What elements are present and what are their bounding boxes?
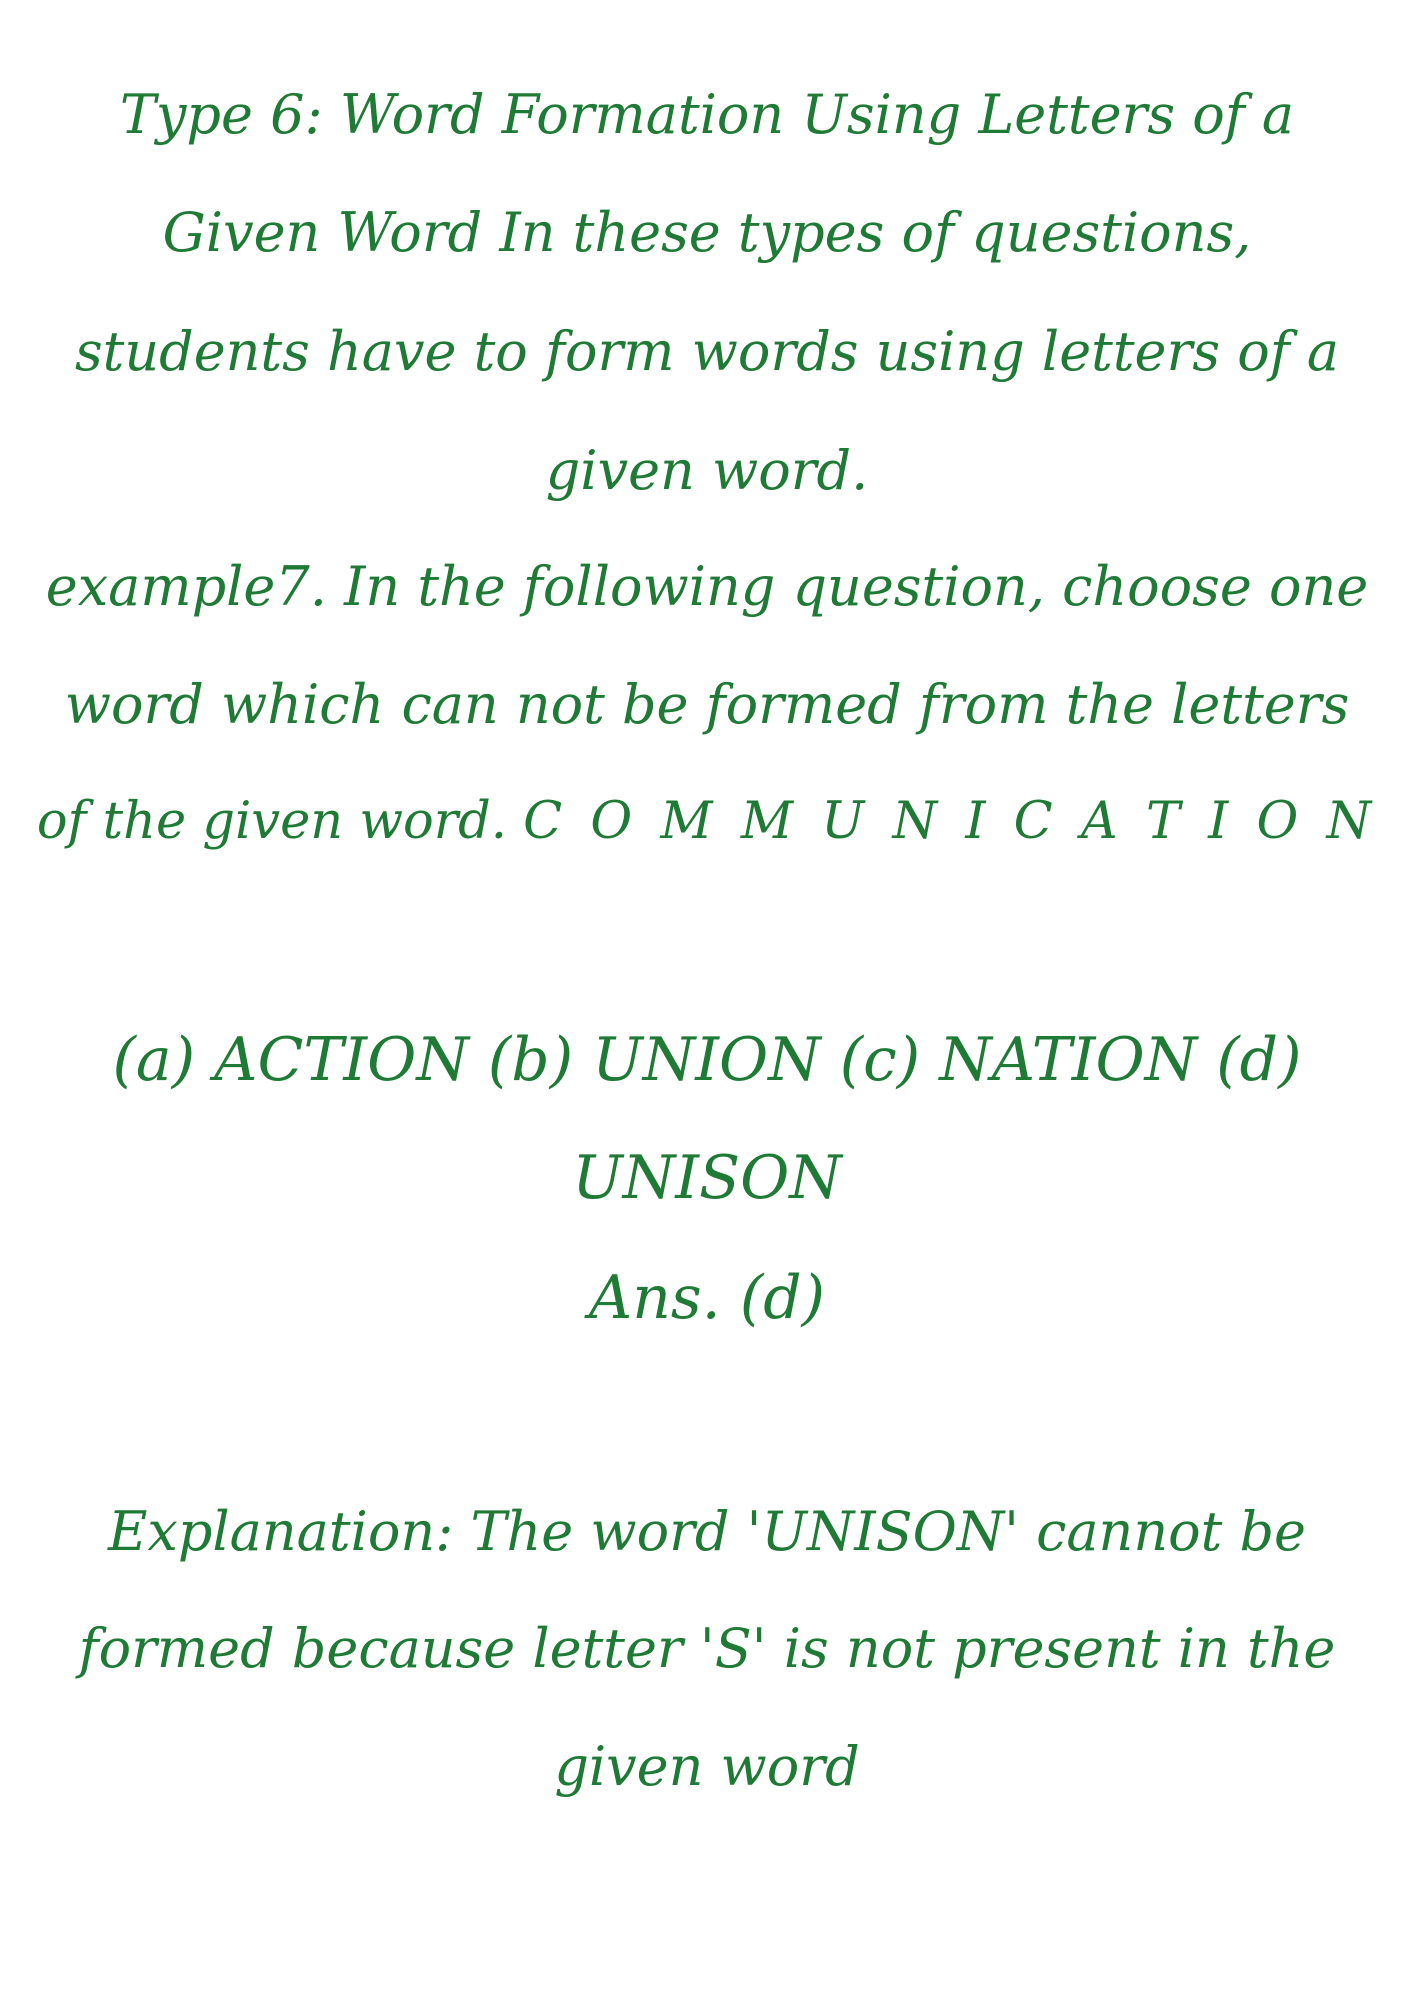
heading-line-3: students have to form words using letter… <box>74 320 1340 383</box>
question-line-3: of the given word. C O M M U N I C A T I… <box>0 796 1414 847</box>
explanation-line-1: Explanation: The word 'UNISON' cannot be <box>107 1500 1307 1563</box>
given-word: C O M M U N I C A T I O N <box>523 792 1378 851</box>
heading-line-2: Given Word In these types of questions, <box>162 201 1252 264</box>
explanation-line-2: formed because letter 'S' is not present… <box>78 1617 1336 1680</box>
options-line-1: (a) ACTION (b) UNION (c) NATION (d) <box>112 1025 1302 1095</box>
heading-line-1: Type 6: Word Formation Using Letters of … <box>119 83 1295 146</box>
question-line-1: example7. In the following question, cho… <box>45 555 1369 618</box>
explanation-line-3: given word <box>554 1735 860 1798</box>
answer-line: Ans. (d) <box>588 1263 826 1333</box>
document-page: Type 6: Word Formation Using Letters of … <box>0 0 1414 2000</box>
question-line-2: word which can not be formed from the le… <box>64 673 1350 736</box>
options-line-2: UNISON <box>572 1143 842 1213</box>
heading-line-4: given word. <box>545 439 869 502</box>
question-line-3-text: of the given word. <box>36 792 507 851</box>
